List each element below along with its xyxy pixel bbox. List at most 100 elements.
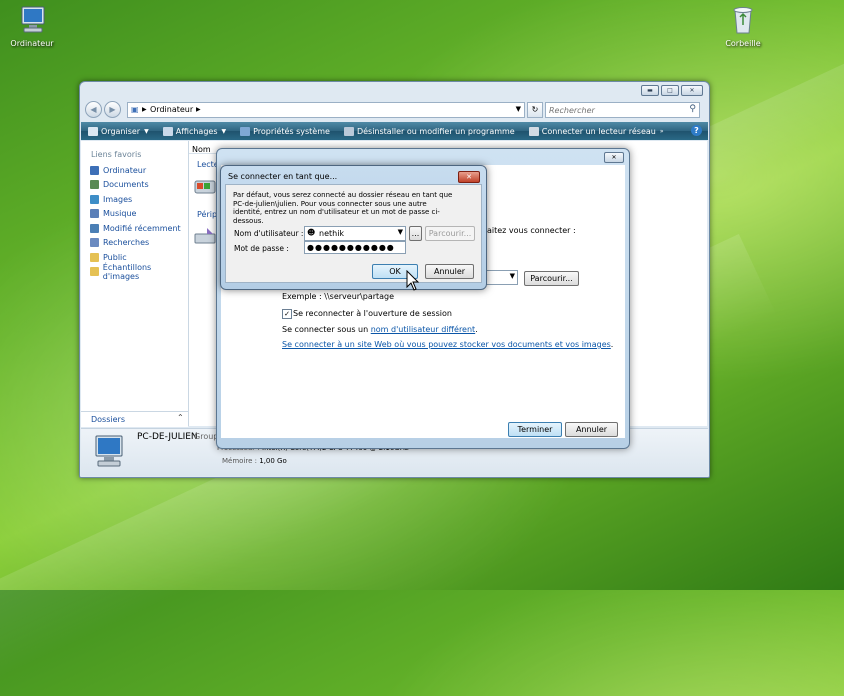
affichages-label: Affichages [175, 126, 218, 136]
maximize-button[interactable]: □ [661, 85, 679, 96]
favorite-links-pane: Liens favoris Ordinateur Documents Image… [81, 141, 189, 426]
username-value: nethik [319, 229, 345, 238]
sidebar-item-images[interactable]: Images [81, 192, 188, 207]
desktop-icon-label: Corbeille [725, 39, 761, 48]
reconnect-label: Se reconnecter à l'ouverture de session [293, 309, 452, 318]
ellipsis-button[interactable]: ... [409, 226, 422, 241]
wizard-question: aitez vous connecter : [487, 226, 576, 235]
favorite-links-header: Liens favoris [91, 150, 142, 159]
website-suffix: . [610, 340, 614, 349]
dvd-drive-icon[interactable] [193, 226, 217, 246]
programs-icon [343, 126, 354, 136]
connect-as-text: Se connecter sous un nom d'utilisateur d… [282, 325, 478, 334]
memory-value: 1,00 Go [259, 457, 287, 465]
breadcrumb-ordinateur[interactable]: Ordinateur [150, 105, 193, 114]
website-link[interactable]: Se connecter à un site Web où vous pouve… [282, 340, 611, 349]
desinstaller-button[interactable]: Désinstaller ou modifier un programme [337, 126, 522, 136]
reconnect-checkbox[interactable]: ✓ [282, 309, 292, 319]
memory-label: Mémoire : [222, 457, 258, 465]
password-label: Mot de passe : [234, 244, 289, 253]
help-icon[interactable]: ? [691, 125, 702, 136]
sidebar-item-echantillons[interactable]: Échantillons d'images [81, 262, 188, 281]
chevron-down-icon: ▼ [221, 127, 227, 135]
sidebar-item-documents[interactable]: Documents [81, 178, 188, 193]
sidebar-item-label: Ordinateur [103, 165, 147, 175]
breadcrumb-separator-icon: ▶ [196, 106, 201, 113]
system-properties-icon [240, 126, 251, 136]
organiser-label: Organiser [101, 126, 141, 136]
desktop-icon-corbeille[interactable]: Corbeille [708, 5, 778, 48]
sidebar-item-label: Musique [103, 209, 137, 219]
recycle-bin-icon [726, 5, 760, 35]
password-field[interactable] [304, 241, 406, 254]
affichages-button[interactable]: Affichages ▼ [156, 126, 233, 136]
folder-icon [90, 267, 99, 277]
desinstaller-label: Désinstaller ou modifier un programme [356, 126, 515, 136]
sidebar-item-label: Échantillons d'images [102, 262, 152, 281]
wizard-browse-button[interactable]: Parcourir... [524, 271, 579, 286]
computer-icon [88, 434, 128, 470]
connect-as-prefix: Se connecter sous un [282, 325, 371, 334]
computer-icon [90, 165, 99, 175]
credentials-cancel-button[interactable]: Annuler [425, 264, 474, 279]
credentials-description: Par défaut, vous serez connecté au dossi… [233, 191, 453, 225]
sidebar-item-label: Documents [103, 180, 149, 190]
sidebar-item-ordinateur[interactable]: Ordinateur [81, 163, 188, 178]
views-icon [162, 126, 173, 136]
folders-toggle[interactable]: Dossiers ⌃ [81, 411, 188, 427]
refresh-button[interactable]: ↻ [527, 102, 543, 118]
sidebar-item-modifie-recemment[interactable]: Modifié récemment [81, 221, 188, 236]
website-text: Se connecter à un site Web où vous pouve… [282, 340, 613, 349]
chevron-down-icon: ▼ [144, 127, 149, 135]
sidebar-item-musique[interactable]: Musique [81, 207, 188, 222]
searches-icon [90, 238, 99, 248]
memory-info: Mémoire : 1,00 Go [222, 457, 287, 465]
back-button[interactable]: ◀ [85, 101, 102, 118]
desktop-icon-ordinateur[interactable]: Ordinateur [0, 5, 67, 48]
sidebar-item-label: Modifié récemment [103, 223, 181, 233]
breadcrumb-separator-icon: ▶ [142, 106, 147, 113]
command-bar: Organiser ▼ Affichages ▼ Propriétés syst… [81, 122, 708, 140]
sidebar-item-label: Public [103, 252, 127, 262]
more-icon[interactable]: » [660, 128, 664, 135]
computer-name: PC-DE-JULIEN [137, 432, 198, 442]
organiser-button[interactable]: Organiser ▼ [81, 126, 156, 136]
mouse-cursor-icon [406, 269, 420, 294]
recent-icon [90, 223, 99, 233]
different-user-link[interactable]: nom d'utilisateur différent [371, 325, 475, 334]
explorer-titlebar[interactable]: ▬ □ ✕ [80, 82, 709, 98]
address-dropdown-icon[interactable]: ▼ [516, 105, 521, 113]
credentials-dialog: Se connecter en tant que... ✕ Par défaut… [220, 165, 487, 290]
address-bar[interactable]: ▣ ▶ Ordinateur ▶ ▼ [127, 102, 525, 118]
organize-icon [88, 126, 98, 136]
terminer-button[interactable]: Terminer [508, 422, 562, 437]
connect-as-suffix: . [475, 325, 478, 334]
dialog-title: Se connecter en tant que... [228, 172, 338, 181]
close-button[interactable]: ✕ [458, 171, 480, 183]
minimize-button[interactable]: ▬ [641, 85, 659, 96]
connecter-lecteur-button[interactable]: Connecter un lecteur réseau » [522, 126, 671, 136]
music-icon [90, 209, 99, 219]
folder-icon [90, 252, 99, 262]
search-box: ⚲ [545, 102, 700, 118]
column-header-nom[interactable]: Nom [189, 141, 219, 154]
forward-button[interactable]: ▶ [104, 101, 121, 118]
close-button[interactable]: ✕ [604, 152, 624, 163]
credentials-browse-button[interactable]: Parcourir... [425, 226, 475, 241]
folders-label: Dossiers [91, 415, 125, 424]
wizard-cancel-button[interactable]: Annuler [565, 422, 618, 437]
search-icon[interactable]: ⚲ [689, 104, 696, 114]
user-icon: ☻ [307, 228, 316, 237]
chevron-down-icon: ▼ [509, 272, 515, 280]
close-button[interactable]: ✕ [681, 85, 703, 96]
network-drive-icon [528, 126, 539, 136]
chevron-down-icon: ▼ [397, 228, 403, 236]
proprietes-systeme-button[interactable]: Propriétés système [233, 126, 337, 136]
sidebar-item-label: Images [103, 194, 133, 204]
drive-icon[interactable] [193, 177, 217, 197]
computer-icon: ▣ [131, 105, 139, 114]
sidebar-item-recherches[interactable]: Recherches [81, 236, 188, 251]
search-input[interactable] [546, 103, 682, 117]
computer-icon [15, 5, 49, 35]
username-combo[interactable]: ☻ nethik ▼ [304, 226, 406, 241]
